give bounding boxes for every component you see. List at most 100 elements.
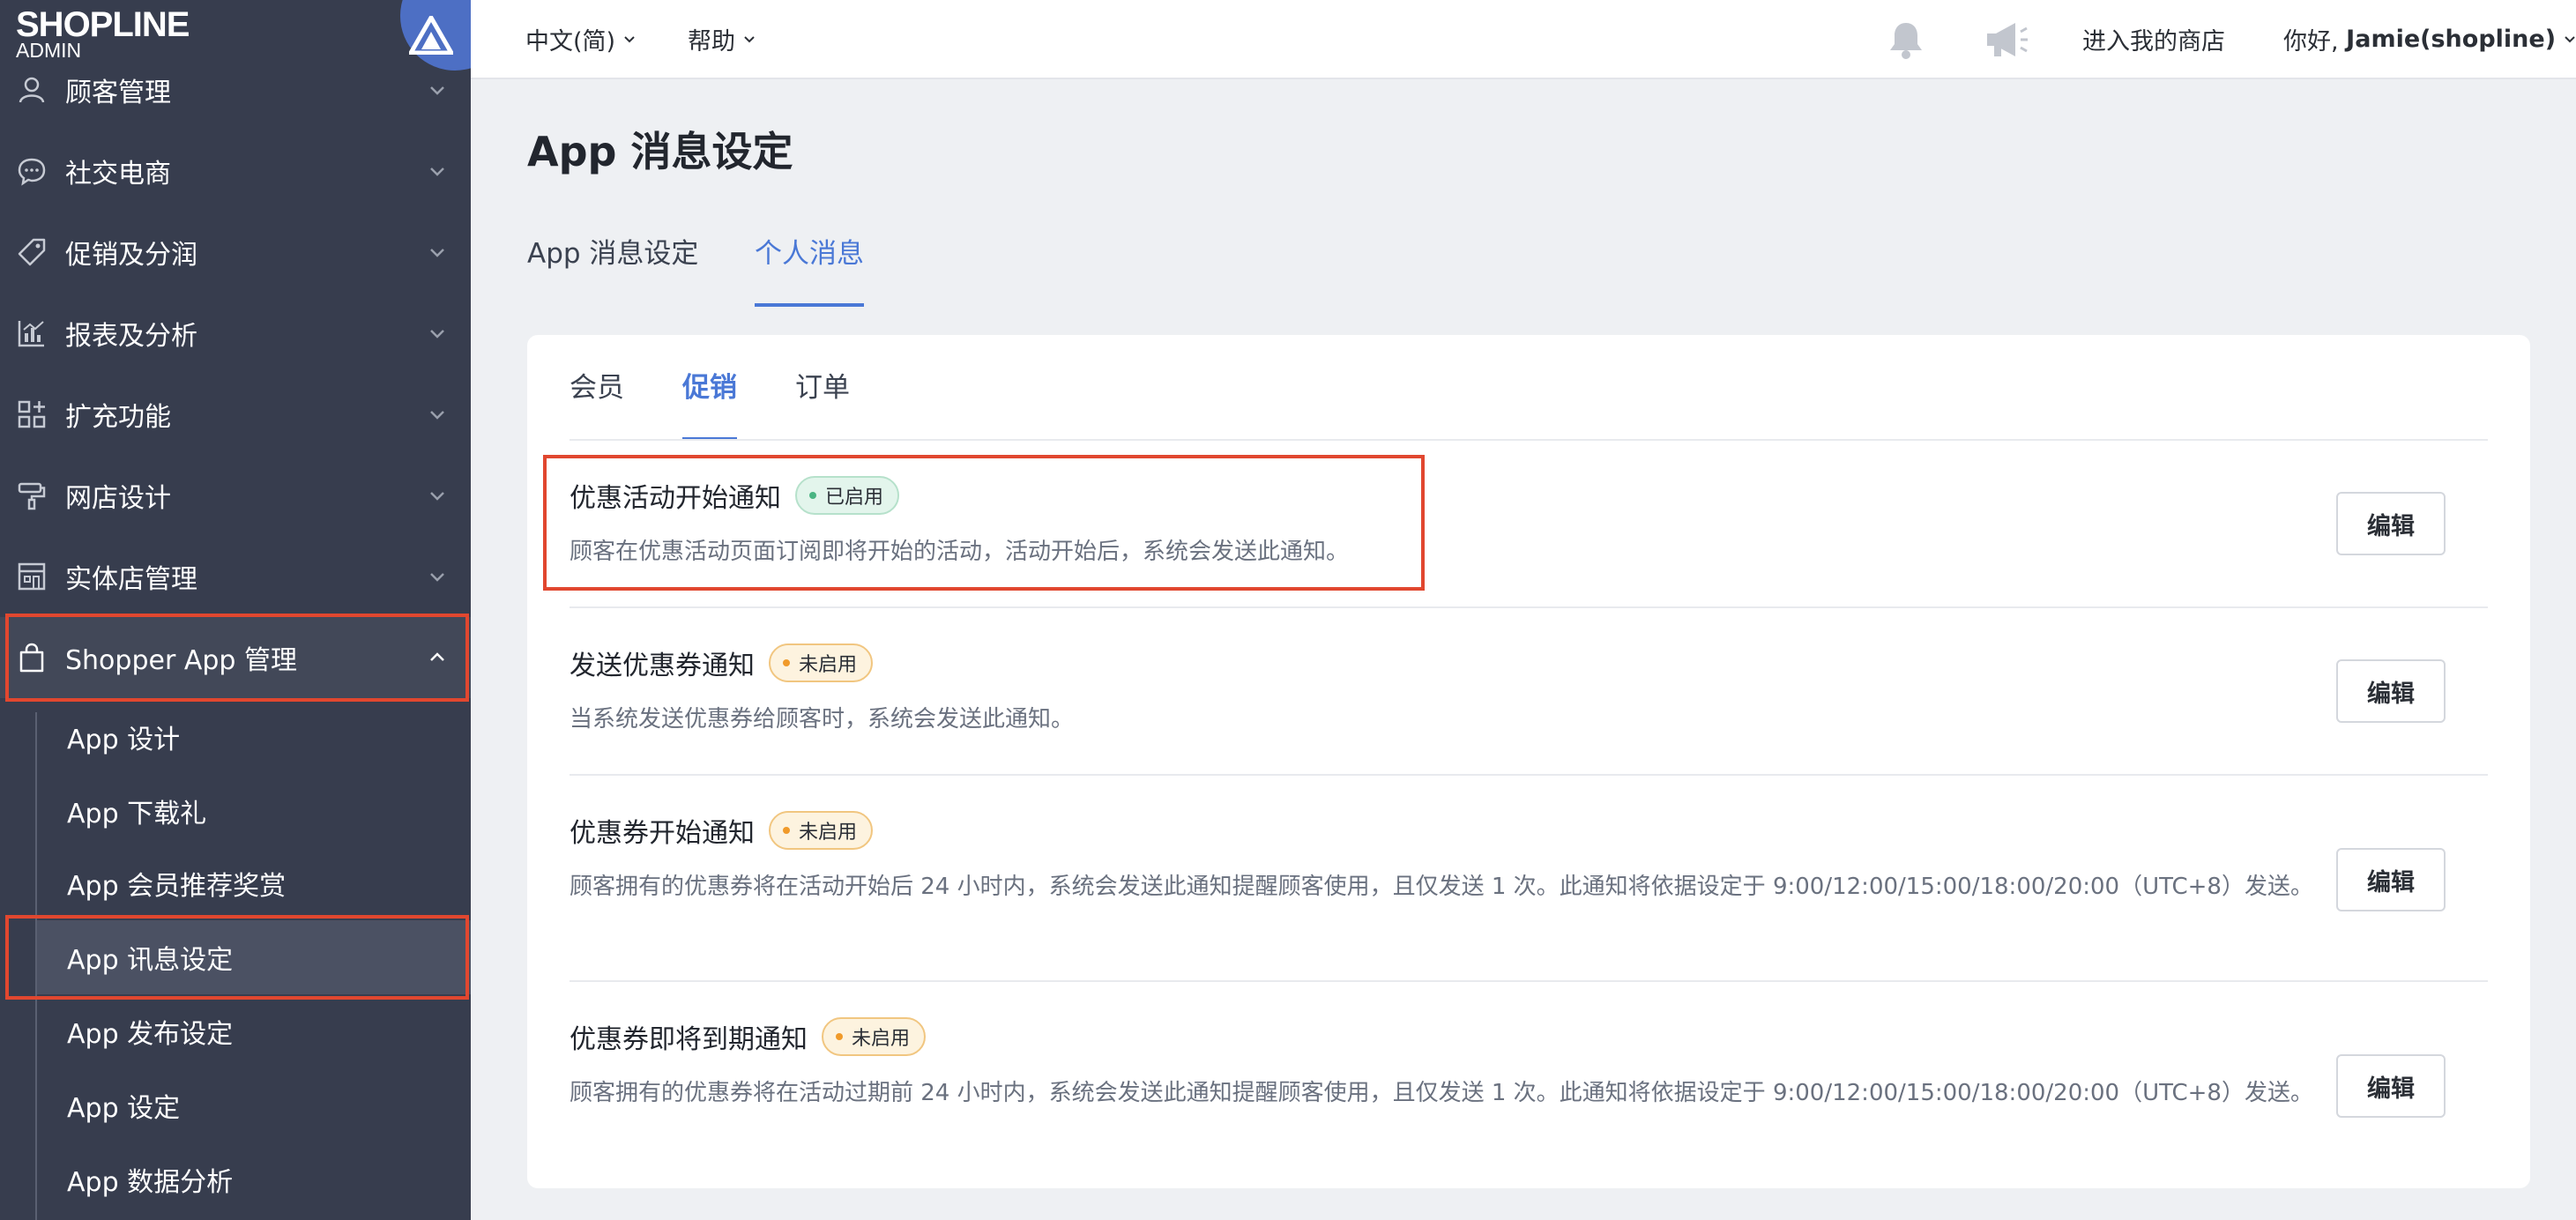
user-name: Jamie(shopline): [2346, 25, 2557, 53]
enter-store-link[interactable]: 进入我的商店: [2082, 0, 2225, 78]
status-dot: [809, 492, 816, 499]
paint-roller-icon: [18, 482, 46, 510]
chat-bubble-icon: [18, 158, 46, 186]
chevron-down-icon: [624, 36, 635, 43]
sidebar-subitem-app-settings[interactable]: App 设定: [37, 1068, 471, 1142]
sidebar: SHOPLINE ADMIN 顾客管理 社交电商 促销及分润 报表及分析 扩充功…: [0, 0, 471, 1220]
sidebar-subitem-app-design[interactable]: App 设计: [37, 700, 471, 774]
divider: [570, 439, 2488, 441]
top-bar: 中文(简) 帮助 进入我的商店 你好, Jamie(shopline): [471, 0, 2576, 79]
store-icon: [18, 562, 46, 591]
notification-title: 优惠券即将到期通知: [570, 1024, 808, 1055]
chevron-down-icon: [430, 492, 444, 501]
chevron-down-icon: [430, 86, 444, 95]
status-label: 未启用: [799, 654, 858, 676]
tag-icon: [18, 238, 46, 266]
status-dot: [783, 659, 790, 666]
sidebar-item-store-design[interactable]: 网店设计: [0, 455, 471, 536]
language-dropdown[interactable]: 中文(简): [525, 0, 637, 78]
sidebar-subitem-app-publish-settings[interactable]: App 发布设定: [37, 994, 471, 1068]
sidebar-subitem-label: App 数据分析: [67, 1167, 234, 1198]
brand-badge: [400, 0, 471, 71]
logo[interactable]: SHOPLINE ADMIN: [0, 0, 471, 71]
subtab-promotions[interactable]: 促销: [682, 365, 737, 441]
sidebar-item-reports[interactable]: 报表及分析: [0, 293, 471, 374]
notification-row-title: 发送优惠券通知 未启用: [570, 643, 874, 682]
sidebar-subitem-label: App 会员推荐奖赏: [67, 871, 287, 902]
notification-description: 顾客拥有的优惠券将在活动开始后 24 小时内，系统会发送此通知提醒顾客使用，且仅…: [570, 874, 2313, 900]
sidebar-item-label: 扩充功能: [65, 402, 171, 433]
chevron-up-icon: [430, 652, 444, 661]
sidebar-subitem-label: App 设计: [67, 725, 181, 755]
sidebar-item-shopper-app[interactable]: Shopper App 管理: [0, 617, 471, 698]
sidebar-subitem-app-analytics[interactable]: App 数据分析: [37, 1142, 471, 1216]
user-icon: [19, 77, 45, 103]
user-menu[interactable]: 你好, Jamie(shopline): [2283, 0, 2576, 78]
tab-personal-messages[interactable]: 个人消息: [755, 231, 864, 307]
notification-row-title: 优惠券即将到期通知 未启用: [570, 1017, 927, 1056]
sidebar-item-label: 报表及分析: [65, 321, 197, 352]
chevron-down-icon: [2565, 36, 2575, 43]
notification-title: 优惠活动开始通知: [570, 483, 781, 514]
chevron-down-icon: [430, 330, 444, 338]
edit-button[interactable]: 编辑: [2336, 848, 2446, 911]
sidebar-item-label: 顾客管理: [65, 78, 171, 108]
sidebar-subitem-label: App 讯息设定: [67, 945, 234, 976]
divider: [570, 980, 2488, 982]
notification-description: 顾客在优惠活动页面订阅即将开始的活动，活动开始后，系统会发送此通知。: [570, 539, 1350, 565]
divider: [570, 774, 2488, 776]
notification-title: 发送优惠券通知: [570, 651, 755, 681]
edit-button[interactable]: 编辑: [2336, 1054, 2446, 1118]
status-dot: [783, 827, 790, 834]
status-badge: 未启用: [769, 643, 874, 682]
page-title: App 消息设定: [527, 128, 793, 175]
sidebar-item-social-commerce[interactable]: 社交电商: [0, 130, 471, 212]
sidebar-subitem-label: App 下载礼: [67, 799, 207, 829]
status-dot: [836, 1033, 843, 1040]
help-dropdown[interactable]: 帮助: [688, 0, 756, 78]
notification-title: 优惠券开始通知: [570, 818, 755, 849]
sidebar-subitem-label: App 设定: [67, 1093, 181, 1124]
divider: [570, 606, 2488, 608]
status-label: 已启用: [825, 487, 884, 509]
edit-button[interactable]: 编辑: [2336, 659, 2446, 723]
sidebar-item-label: 实体店管理: [65, 564, 197, 595]
bell-icon[interactable]: [1887, 19, 1925, 60]
chevron-down-icon: [430, 167, 444, 176]
shopping-bag-icon: [19, 643, 44, 673]
sidebar-item-promotions[interactable]: 促销及分润: [0, 212, 471, 293]
sidebar-item-label: 社交电商: [65, 159, 171, 190]
chevron-down-icon: [744, 36, 755, 43]
status-badge: 未启用: [822, 1017, 927, 1056]
status-label: 未启用: [799, 822, 858, 844]
notification-row-title: 优惠活动开始通知 已启用: [570, 476, 900, 515]
message-settings-card: 会员 促销 订单 优惠活动开始通知 已启用 顾客在优惠活动页面订阅即将开始的活动…: [527, 335, 2530, 1188]
megaphone-icon[interactable]: [1984, 19, 2029, 60]
greeting-prefix: 你好,: [2283, 27, 2347, 56]
sidebar-subitem-app-download-gift[interactable]: App 下载礼: [37, 774, 471, 848]
edit-button[interactable]: 编辑: [2336, 492, 2446, 555]
triangle-logo-icon: [409, 16, 453, 55]
sidebar-item-label: Shopper App 管理: [65, 645, 297, 676]
sidebar-subitem-app-message-settings[interactable]: App 讯息设定: [37, 920, 471, 994]
status-label: 未启用: [852, 1028, 911, 1050]
chevron-down-icon: [430, 249, 444, 257]
chevron-down-icon: [430, 411, 444, 420]
apps-icon: [18, 400, 46, 428]
sidebar-subitem-app-referral[interactable]: App 会员推荐奖赏: [37, 846, 471, 920]
logo-subtitle: ADMIN: [16, 39, 82, 62]
tab-app-message-settings[interactable]: App 消息设定: [527, 231, 698, 307]
sidebar-item-physical-store[interactable]: 实体店管理: [0, 536, 471, 617]
language-label: 中文(简): [525, 27, 616, 56]
chart-icon: [18, 321, 44, 347]
subtab-members[interactable]: 会员: [570, 365, 624, 441]
sidebar-subitem-label: App 发布设定: [67, 1019, 234, 1050]
subtab-orders[interactable]: 订单: [795, 365, 850, 441]
chevron-down-icon: [430, 573, 444, 582]
sidebar-item-extensions[interactable]: 扩充功能: [0, 374, 471, 455]
help-label: 帮助: [688, 27, 735, 56]
notification-row-title: 优惠券开始通知 未启用: [570, 811, 874, 850]
status-badge: 未启用: [769, 811, 874, 850]
notification-description: 顾客拥有的优惠券将在活动过期前 24 小时内，系统会发送此通知提醒顾客使用，且仅…: [570, 1080, 2313, 1106]
notification-description: 当系统发送优惠券给顾客时，系统会发送此通知。: [570, 706, 1075, 733]
